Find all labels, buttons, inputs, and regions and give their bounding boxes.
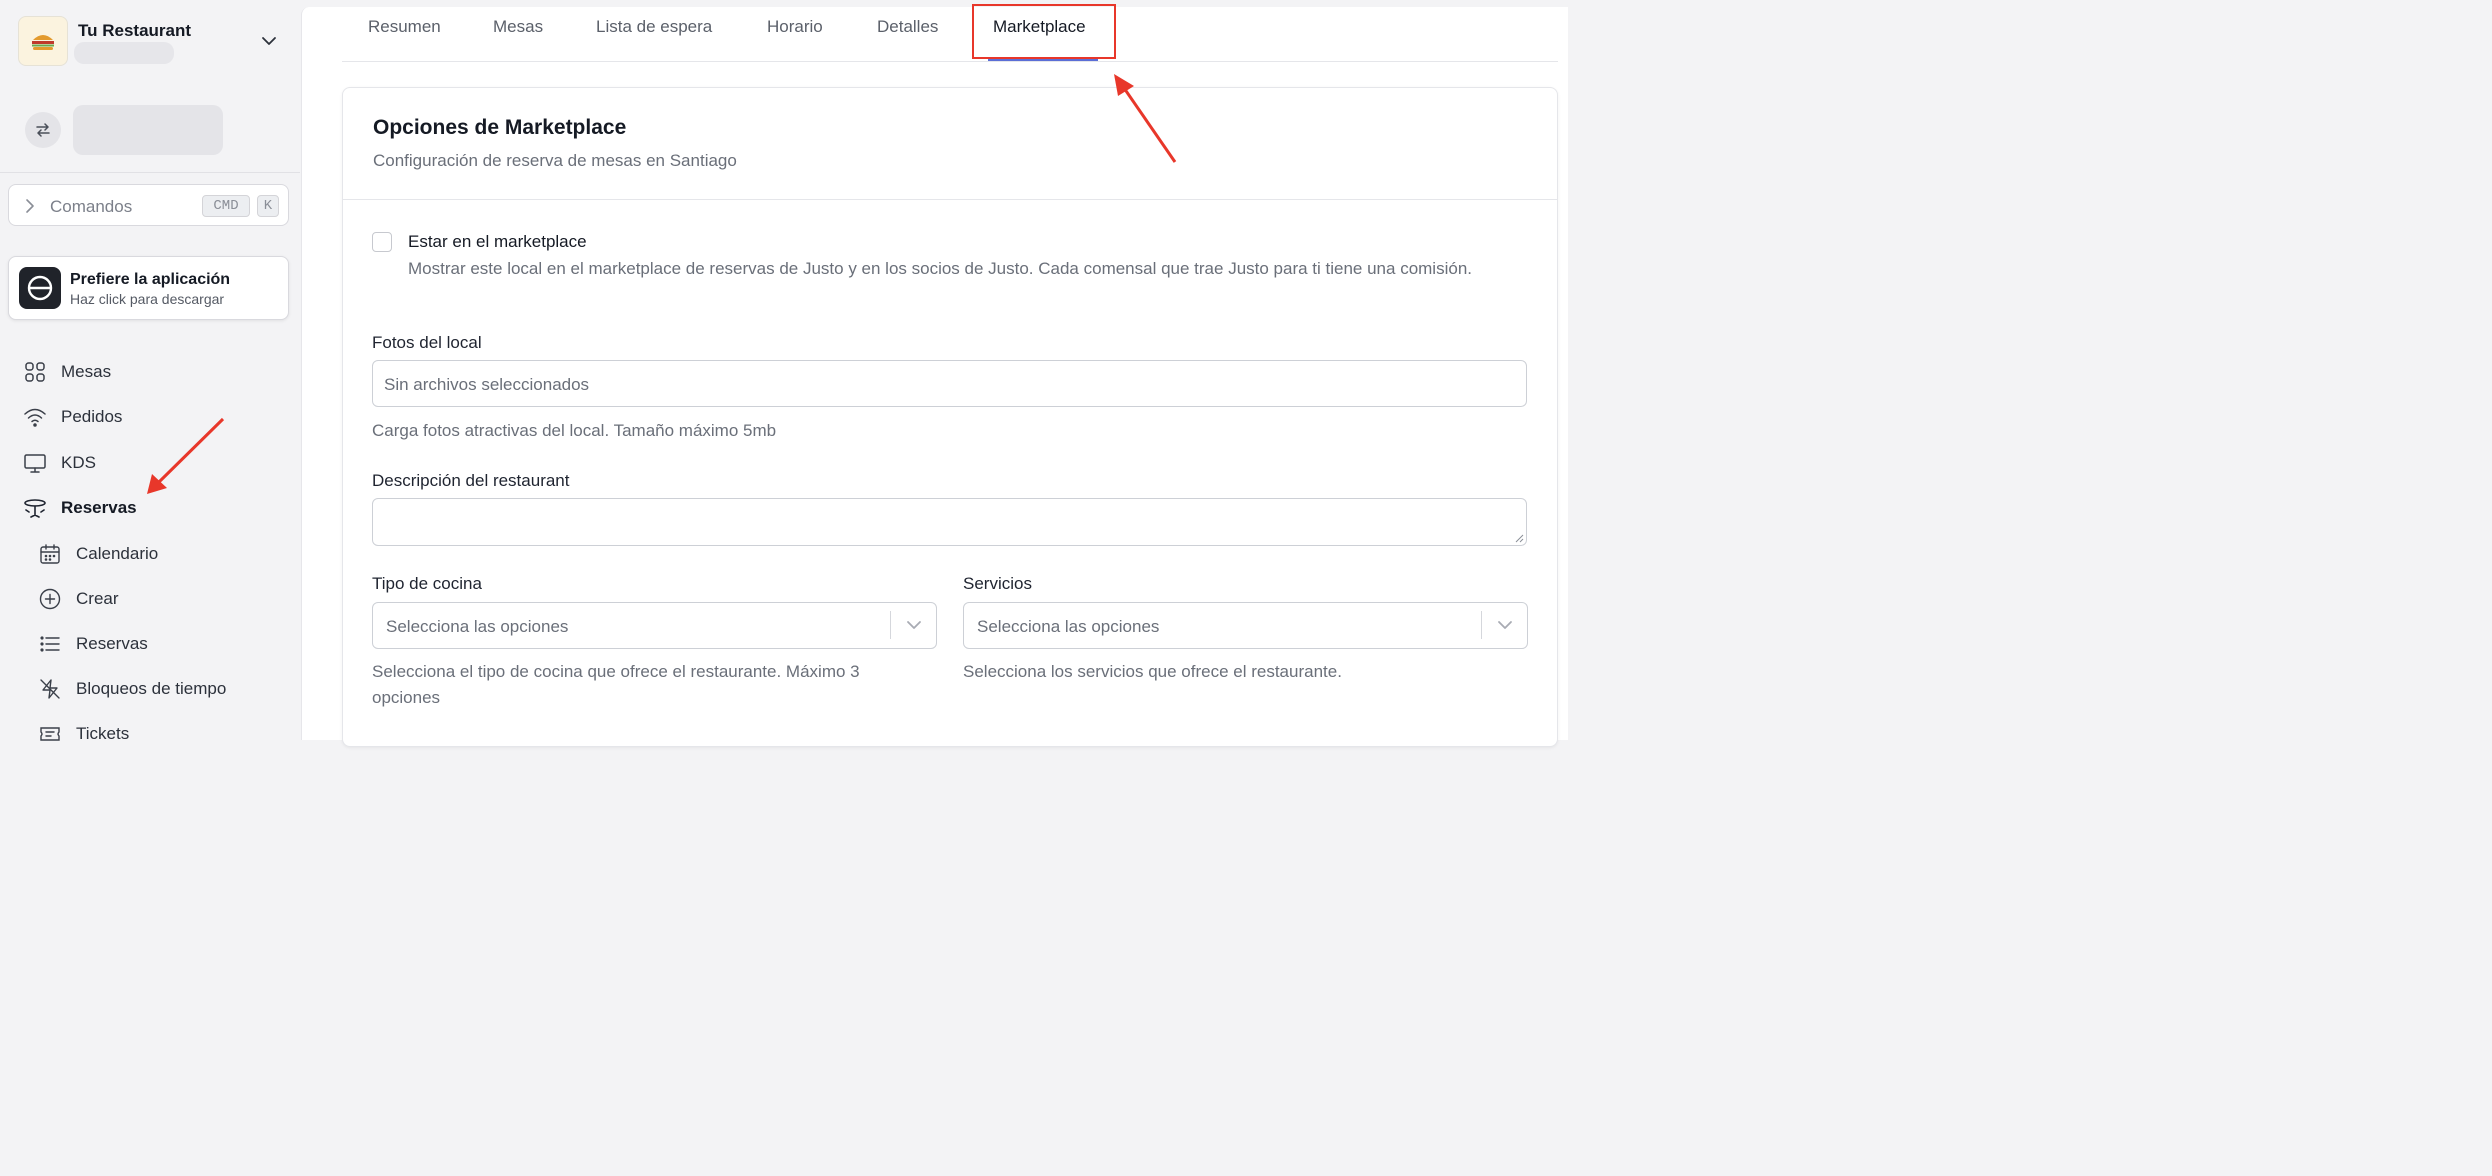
calendar-icon [38, 542, 62, 566]
photos-file-status: Sin archivos seleccionados [384, 375, 590, 394]
services-select[interactable]: Selecciona las opciones [963, 602, 1528, 649]
download-app-subtitle: Haz click para descargar [70, 291, 225, 307]
services-placeholder: Selecciona las opciones [977, 617, 1160, 636]
photos-label: Fotos del local [372, 333, 482, 352]
wifi-icon [23, 405, 47, 429]
tab-detalles[interactable]: Detalles [877, 17, 938, 37]
cuisine-label: Tipo de cocina [372, 574, 482, 593]
chevron-down-icon[interactable] [260, 32, 278, 50]
plus-circle-icon [38, 587, 62, 611]
monitor-icon [23, 451, 47, 475]
sidebar-item-label: KDS [61, 453, 96, 472]
sidebar-item-label: Bloqueos de tiempo [76, 679, 227, 698]
sidebar-item-mesas[interactable]: Mesas [23, 354, 111, 390]
tab-horario[interactable]: Horario [767, 17, 823, 37]
marketplace-checkbox-description: Mostrar este local en el marketplace de … [408, 259, 1472, 278]
card-subtitle: Configuración de reserva de mesas en San… [373, 151, 737, 170]
services-label: Servicios [963, 574, 1032, 593]
grid-icon [23, 360, 47, 384]
cuisine-help: Selecciona el tipo de cocina que ofrece … [372, 662, 860, 707]
tab-lista-de-espera[interactable]: Lista de espera [596, 17, 712, 37]
restaurant-logo [18, 16, 68, 66]
sidebar-item-label: Reservas [61, 498, 137, 517]
restaurant-switcher[interactable]: Tu Restaurant [18, 16, 290, 66]
sidebar-subitem-reservas[interactable]: Reservas [38, 626, 148, 662]
chevron-down-icon[interactable] [905, 616, 923, 634]
description-label: Descripción del restaurant [372, 471, 570, 490]
table-icon [23, 496, 47, 520]
swap-arrows-icon [36, 123, 50, 137]
location-placeholder [73, 105, 223, 155]
restaurant-subtitle-placeholder [74, 42, 174, 64]
restaurant-name: Tu Restaurant [78, 21, 192, 40]
sidebar-subitem-calendario[interactable]: Calendario [38, 536, 158, 572]
sidebar: Tu Restaurant Comandos CMD K Prefiere la… [0, 0, 300, 743]
shortcut-key-cmd: CMD [202, 195, 250, 217]
cuisine-placeholder: Selecciona las opciones [386, 617, 569, 636]
download-app-card[interactable]: Prefiere la aplicación Haz click para de… [8, 256, 289, 320]
sidebar-divider [0, 172, 300, 173]
chevron-right-icon [26, 199, 34, 213]
tab-mesas[interactable]: Mesas [493, 17, 543, 37]
select-divider [890, 611, 891, 639]
app-logo-icon [19, 267, 61, 309]
sidebar-item-kds[interactable]: KDS [23, 445, 96, 481]
sidebar-subitem-crear[interactable]: Crear [38, 581, 119, 617]
select-divider [1481, 611, 1482, 639]
marketplace-checkbox[interactable] [372, 232, 392, 252]
shortcut-key-k: K [257, 195, 279, 217]
sidebar-subitem-tickets[interactable]: Tickets [38, 716, 129, 752]
annotation-highlight-box [972, 4, 1116, 59]
sidebar-item-pedidos[interactable]: Pedidos [23, 399, 122, 435]
sidebar-item-label: Mesas [61, 362, 112, 381]
list-icon [38, 632, 62, 656]
tab-resumen[interactable]: Resumen [368, 17, 441, 37]
sidebar-item-label: Calendario [76, 544, 159, 563]
services-help: Selecciona los servicios que ofrece el r… [963, 662, 1342, 681]
command-palette-button[interactable]: Comandos CMD K [8, 184, 289, 226]
cuisine-select[interactable]: Selecciona las opciones [372, 602, 937, 649]
card-title: Opciones de Marketplace [373, 116, 627, 139]
photos-file-input[interactable]: Sin archivos seleccionados [372, 360, 1527, 407]
description-textarea[interactable] [372, 498, 1527, 546]
resize-handle-icon[interactable] [1514, 533, 1524, 543]
card-header: Opciones de Marketplace Configuración de… [343, 88, 1557, 200]
chevron-down-icon[interactable] [1496, 616, 1514, 634]
ticket-icon [38, 722, 62, 746]
command-palette-label: Comandos [50, 197, 133, 216]
photos-help: Carga fotos atractivas del local. Tamaño… [372, 421, 777, 440]
zap-off-icon [38, 677, 62, 701]
download-app-title: Prefiere la aplicación [70, 271, 231, 288]
sidebar-item-label: Tickets [76, 724, 130, 743]
sidebar-item-reservas[interactable]: Reservas [23, 490, 137, 526]
sidebar-item-label: Pedidos [61, 407, 123, 426]
sidebar-item-label: Reservas [76, 634, 148, 653]
switch-location-button[interactable] [25, 112, 61, 148]
marketplace-checkbox-label[interactable]: Estar en el marketplace [408, 232, 587, 252]
sidebar-subitem-bloqueos[interactable]: Bloqueos de tiempo [38, 671, 226, 707]
sidebar-item-label: Crear [76, 589, 119, 608]
